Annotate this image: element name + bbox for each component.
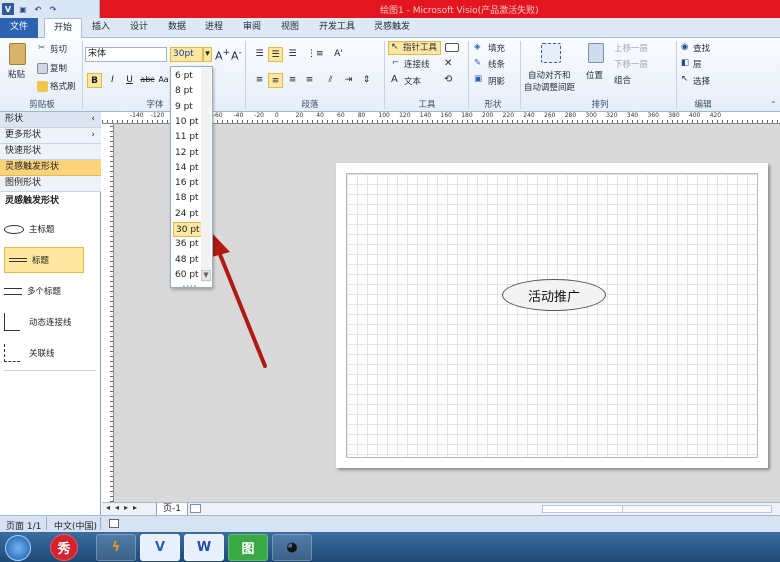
page-count[interactable]: 页面 1/1 [6,519,41,532]
font-size-option[interactable]: 11 pt [173,130,203,145]
macro-record-icon[interactable] [109,519,119,528]
font-size-option[interactable]: 14 pt [173,161,203,176]
font-size-option[interactable]: 24 pt [173,207,203,222]
insert-page-icon[interactable] [190,504,201,513]
taskbar-app-image[interactable]: 图 [228,534,268,561]
menu-scrollbar[interactable] [201,68,211,282]
language-indicator[interactable]: 中文(中国) [54,519,97,532]
font-size-option[interactable]: 8 pt [173,84,203,99]
scroll-down-icon[interactable]: ▼ [201,270,211,281]
font-size-option[interactable]: 36 pt [173,237,203,252]
page-nav-icons[interactable]: ◂◂▸▸ [106,503,142,512]
menu-resize-icon[interactable]: ∙∙∙∙ [182,283,197,290]
scrollbar-track[interactable] [622,505,772,513]
font-size-option[interactable]: 12 pt [173,146,203,161]
taskbar-app-browser[interactable]: ϟ [96,534,136,561]
font-size-option[interactable]: 9 pt [173,100,203,115]
font-size-option[interactable]: 60 pt [173,268,203,283]
annotation-arrow [208,232,267,368]
font-size-option[interactable]: 48 pt [173,253,203,268]
font-size-option[interactable]: 6 pt [173,69,203,84]
taskbar: 秀 ϟ V W 图 ◕ [0,532,780,562]
start-button[interactable] [5,535,31,561]
font-size-option[interactable]: 16 pt [173,176,203,191]
taskbar-app-word[interactable]: W [184,534,224,561]
font-size-option[interactable]: 30 pt [173,222,203,238]
status-bar: 页面 1/1 中文(中国) [0,515,780,532]
taskbar-app-qq[interactable]: ◕ [272,534,312,561]
font-size-option[interactable]: 18 pt [173,191,203,206]
taskbar-app-visio[interactable]: V [140,534,180,561]
taskbar-app-meitu[interactable]: 秀 [50,534,78,561]
page-tabs-bar: ◂◂▸▸ 页-1 [102,502,780,516]
font-size-option[interactable]: 10 pt [173,115,203,130]
